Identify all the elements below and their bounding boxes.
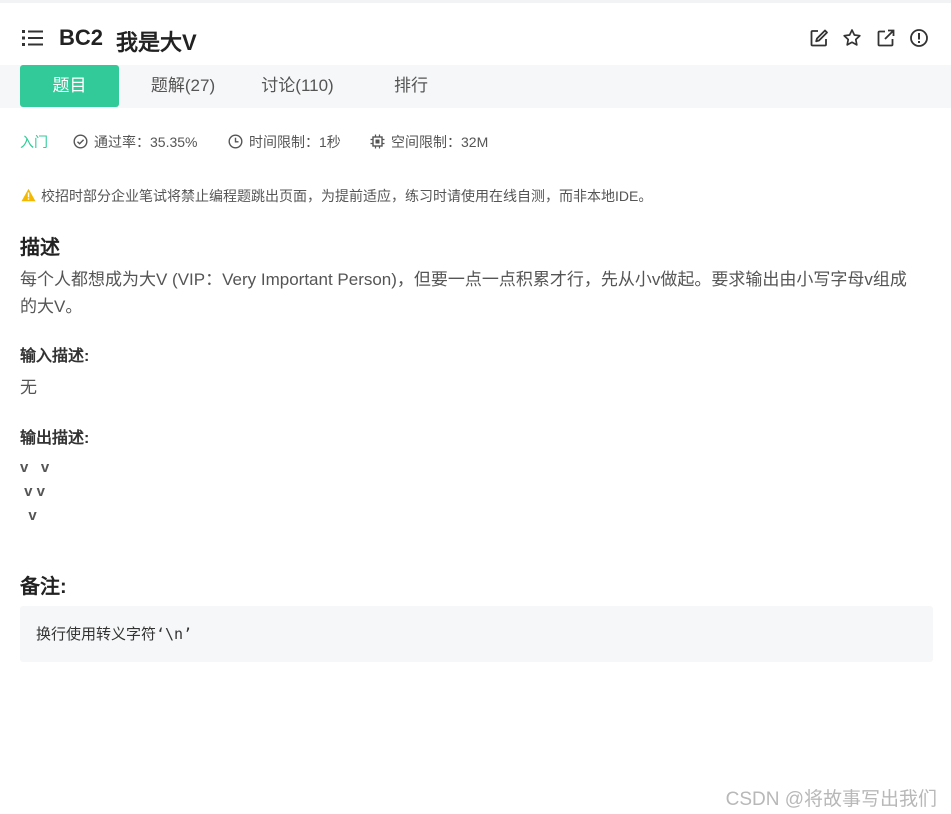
time-limit: 时间限制：1秒 — [249, 134, 341, 150]
tab-ranking[interactable]: 排行 — [380, 65, 442, 107]
problem-code: BC2 — [59, 25, 104, 50]
pass-rate: 通过率：35.35% — [94, 134, 198, 150]
share-icon[interactable] — [876, 28, 896, 48]
problem-title: 我是大V — [116, 30, 197, 55]
tab-discussion[interactable]: 讨论(110) — [250, 65, 345, 107]
difficulty-level: 入门 — [20, 134, 48, 150]
tab-bar: 题目 题解(27) 讨论(110) 排行 — [0, 65, 951, 108]
note-box: 换行使用转义字符‘\n’ — [20, 606, 933, 662]
description-line-1: 每个人都想成为大V (VIP：Very Important Person)，但要… — [20, 270, 907, 289]
warning-icon — [21, 188, 36, 202]
output-line-3: v — [20, 507, 37, 524]
list-icon[interactable] — [22, 29, 44, 47]
star-icon[interactable] — [842, 28, 862, 48]
description-line-2: 的大V。 — [20, 297, 83, 316]
tab-solutions[interactable]: 题解(27) — [140, 65, 226, 107]
warning-text: 校招时部分企业笔试将禁止编程题跳出页面，为提前适应，练习时请使用在线自测，而非本… — [41, 188, 653, 204]
note-heading: 备注: — [20, 576, 67, 598]
problem-header: BC2 我是大V — [0, 3, 951, 65]
input-heading: 输入描述: — [20, 348, 90, 365]
edit-icon[interactable] — [809, 28, 829, 48]
space-limit: 空间限制：32M — [391, 134, 489, 150]
report-icon[interactable] — [909, 28, 929, 48]
tab-problem[interactable]: 题目 — [20, 65, 119, 107]
output-heading: 输出描述: — [20, 430, 90, 447]
chip-icon — [370, 134, 385, 149]
watermark: CSDN @将故事写出我们 — [725, 789, 937, 810]
output-line-1: v v — [20, 459, 50, 476]
note-text: 换行使用转义字符‘\n’ — [36, 625, 193, 643]
input-text: 无 — [20, 378, 37, 397]
check-circle-icon — [73, 134, 88, 149]
output-line-2: v v — [20, 483, 46, 500]
description-heading: 描述 — [20, 237, 60, 259]
clock-icon — [228, 134, 243, 149]
